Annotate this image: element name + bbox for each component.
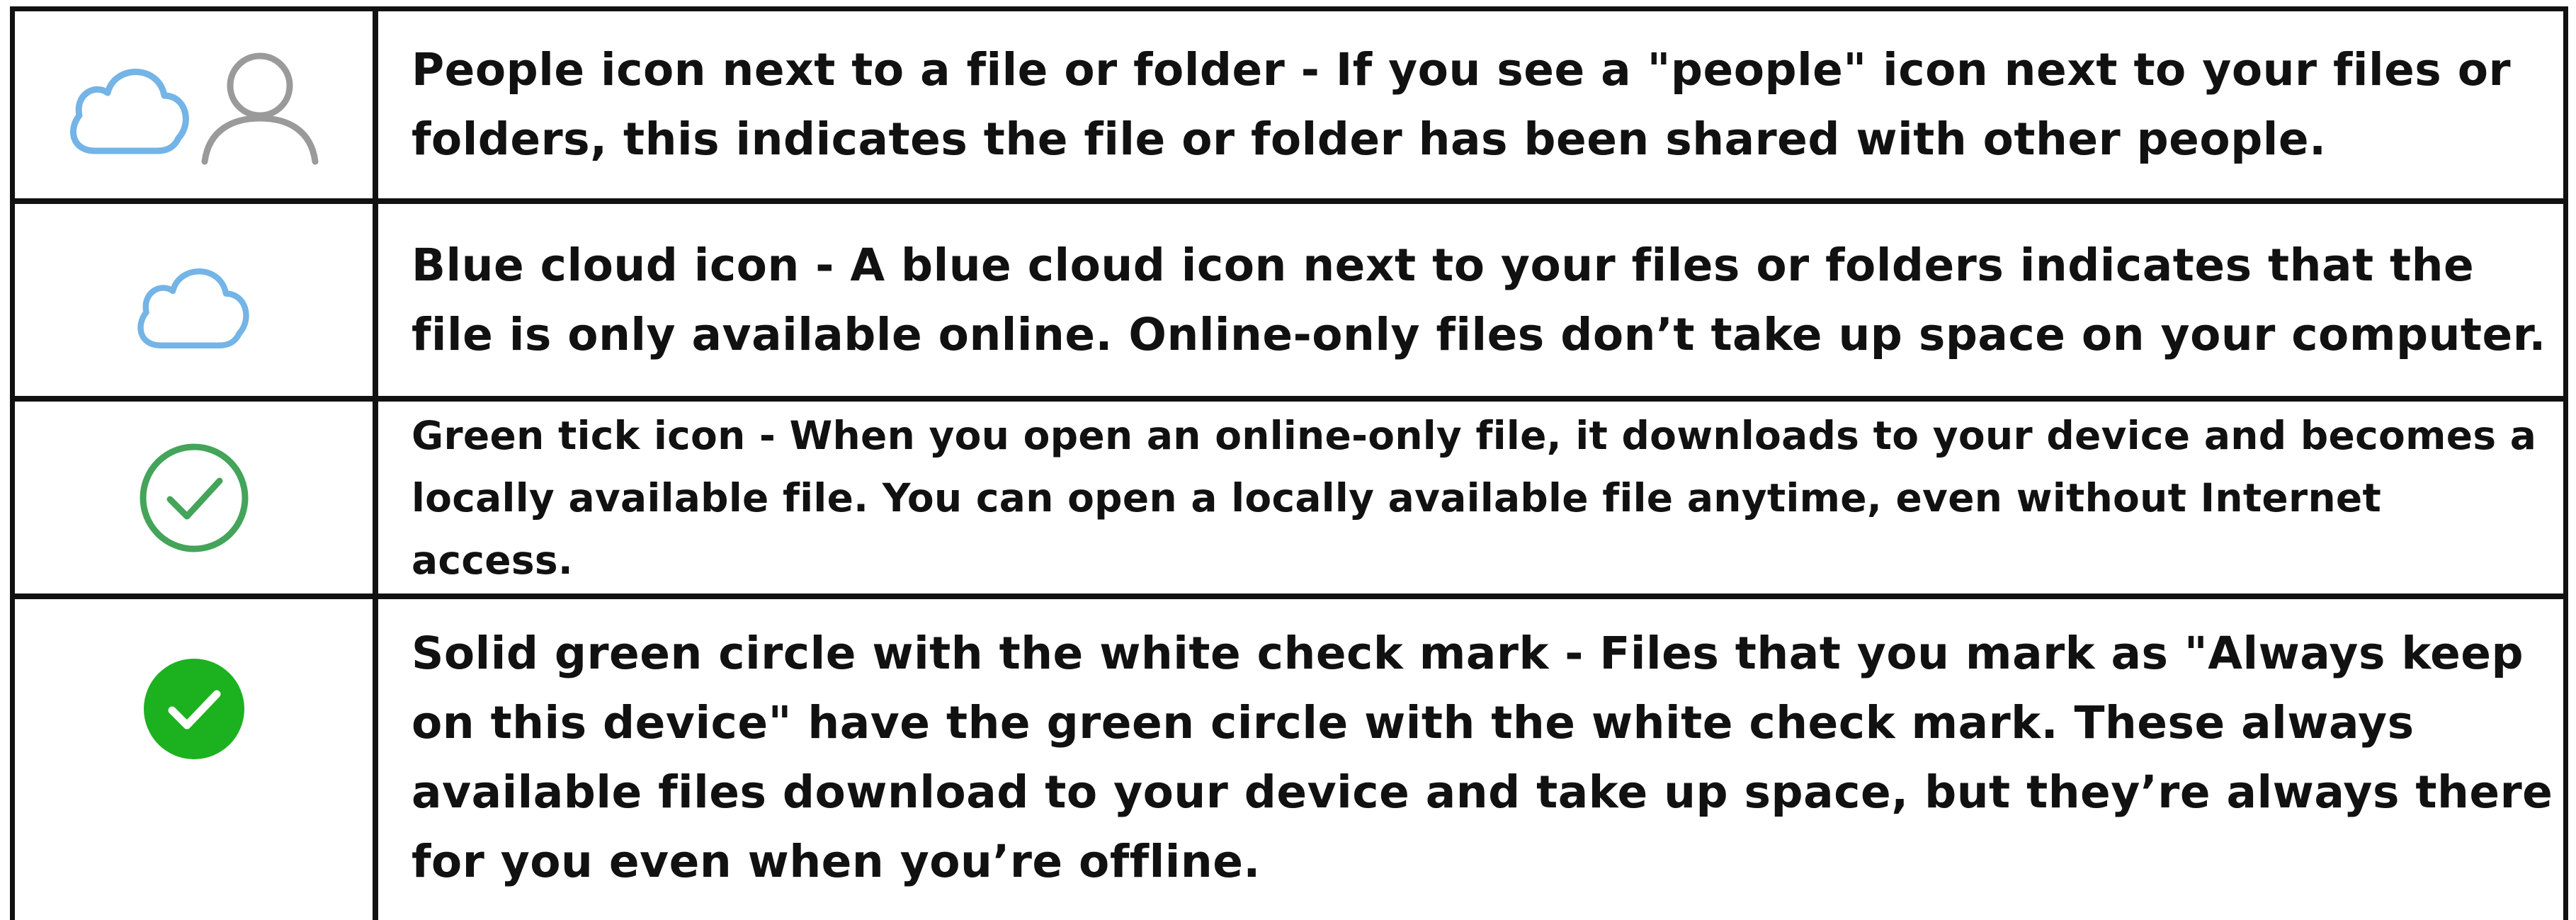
row-text: Solid green circle with the white check … [412,627,2553,887]
row-divider [10,396,2568,402]
row-divider [10,594,2568,599]
row-text: Blue cloud icon - A blue cloud icon next… [412,239,2546,360]
icon-cell [15,599,373,906]
cloud-outline-icon [69,69,189,154]
row-divider [10,198,2568,204]
row-text: Green tick icon - When you open an onlin… [412,412,2537,583]
green-check-outline-icon [140,443,248,552]
cloud-outline-icon [137,268,249,348]
description-cell: Green tick icon - When you open an onlin… [412,402,2555,594]
table-row: Blue cloud icon - A blue cloud icon next… [15,204,2563,396]
shared-icons [69,52,318,165]
table-row: Green tick icon - When you open an onlin… [15,402,2563,594]
description-cell: Blue cloud icon - A blue cloud icon next… [412,204,2555,396]
icon-cell [15,11,373,198]
description-cell: Solid green circle with the white check … [412,599,2555,906]
description-cell: People icon next to a file or folder - I… [412,11,2555,198]
icon-cell [15,204,373,396]
table-row: People icon next to a file or folder - I… [15,11,2563,198]
table-row: Solid green circle with the white check … [15,599,2563,906]
green-check-solid-icon [143,659,244,759]
row-text: People icon next to a file or folder - I… [412,44,2512,165]
icon-cell [15,402,373,594]
person-outline-icon [201,52,318,165]
